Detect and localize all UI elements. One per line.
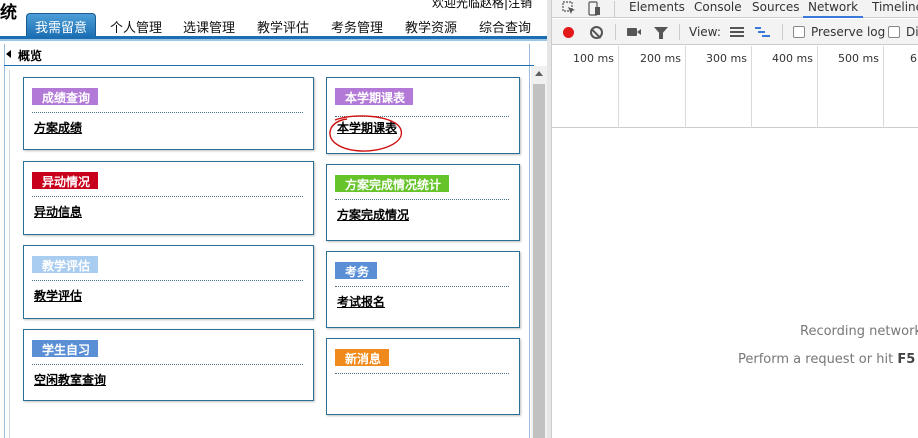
card-badge: 教学评估 [32, 256, 99, 273]
link-teaching-eval[interactable]: 教学评估 [34, 287, 82, 304]
network-toolbar: View: Preserve log Dis [552, 19, 918, 45]
separator [679, 24, 680, 40]
panel-inner-border [9, 70, 10, 438]
tick-label: 200 ms [640, 52, 681, 65]
collapse-arrow-icon[interactable] [6, 50, 11, 58]
capture-screenshots-icon[interactable] [627, 28, 641, 36]
tick-label: 100 ms [573, 52, 614, 65]
student-portal: 统 欢迎光临赵格|注销 我需留意 个人管理 选课管理 教学评估 考务管理 教学资… [0, 0, 547, 438]
tab-elements[interactable]: Elements [629, 0, 685, 14]
tick-label: 300 ms [706, 52, 747, 65]
card-badge: 本学期课表 [335, 88, 414, 105]
empty-state-title: Recording network [800, 324, 918, 339]
panel-header: 概览 [4, 44, 534, 66]
tab-timeline[interactable]: Timeline [872, 0, 918, 14]
tick-line: 500 ms [818, 46, 884, 128]
devtools-panel: Elements Console Sources Network Timelin… [551, 0, 918, 438]
welcome-bar: 欢迎光临赵格|注销 [432, 0, 532, 11]
preserve-log-checkbox[interactable] [793, 26, 805, 38]
filter-icon[interactable] [654, 27, 668, 39]
card-badge: 异动情况 [32, 172, 99, 189]
logout-link[interactable]: 注销 [508, 0, 532, 10]
tab-course-selection[interactable]: 选课管理 [183, 17, 235, 36]
card-new-messages: 新消息 [326, 338, 520, 415]
card-badge: 成绩查询 [32, 88, 99, 105]
tab-teaching-eval[interactable]: 教学评估 [257, 17, 309, 36]
tick-label: 500 ms [838, 52, 879, 65]
divider [32, 364, 303, 365]
separator [615, 24, 616, 40]
panel-title: 概览 [18, 49, 43, 63]
card-status-change: 异动情况 异动信息 [23, 161, 314, 235]
device-mode-icon[interactable] [587, 1, 601, 16]
card-badge: 新消息 [335, 349, 390, 366]
card-teaching-eval: 教学评估 教学评估 [23, 245, 314, 319]
tick-line: 300 ms [686, 46, 752, 128]
inspect-element-icon[interactable] [562, 1, 576, 15]
tab-exam-affairs[interactable]: 考务管理 [331, 17, 383, 36]
link-free-classroom[interactable]: 空闲教室查询 [34, 371, 106, 388]
tab-sources[interactable]: Sources [752, 0, 799, 14]
empty-state-hint: Perform a request or hit F5 to [738, 352, 918, 367]
welcome-text: 欢迎光临 [432, 0, 481, 10]
network-overview[interactable]: 100 ms 200 ms 300 ms 400 ms 500 ms 6 [552, 46, 918, 128]
scrollbar-thumb[interactable] [533, 84, 545, 438]
separator [782, 24, 783, 40]
disable-cache-label: Dis [906, 25, 918, 39]
card-exam: 考务 考试报名 [326, 251, 520, 328]
divider [32, 196, 303, 197]
large-rows-icon[interactable] [730, 27, 744, 37]
tab-general-query[interactable]: 综合查询 [479, 17, 531, 36]
tick-line: 6 [884, 46, 918, 128]
hint-prefix: Perform a request or hit [738, 352, 894, 367]
record-icon[interactable] [563, 27, 574, 38]
link-plan-completion[interactable]: 方案完成情况 [337, 206, 409, 223]
preserve-log-label: Preserve log [811, 25, 886, 39]
user-name: 赵格 [480, 0, 505, 10]
devtools-tabbar: Elements Console Sources Network Timelin… [552, 0, 918, 18]
nav-underline-light [0, 39, 547, 41]
link-status-change-info[interactable]: 异动信息 [34, 203, 82, 220]
panel-border [529, 44, 530, 438]
tab-console[interactable]: Console [694, 0, 742, 14]
tick-line: 400 ms [752, 46, 818, 128]
card-grades: 成绩查询 方案成绩 [23, 77, 314, 150]
tick-label: 6 [910, 52, 917, 65]
link-plan-grades[interactable]: 方案成绩 [34, 119, 82, 136]
panel-border [4, 44, 5, 438]
divider [32, 112, 303, 113]
scroll-up-arrow-icon[interactable] [531, 66, 547, 82]
disable-cache-checkbox[interactable] [888, 26, 900, 38]
link-exam-registration[interactable]: 考试报名 [337, 293, 385, 310]
card-timetable: 本学期课表 本学期课表 [326, 77, 520, 154]
link-term-timetable[interactable]: 本学期课表 [337, 119, 397, 136]
main-nav: 我需留意 个人管理 选课管理 教学评估 考务管理 教学资源 综合查询 [0, 13, 547, 37]
card-badge: 考务 [335, 262, 378, 279]
card-plan-completion: 方案完成情况统计 方案完成情况 [326, 164, 520, 241]
card-self-study: 学生自习 空闲教室查询 [23, 329, 314, 401]
tick-line: 100 ms [552, 46, 619, 128]
divider [32, 280, 303, 281]
tab-network[interactable]: Network [803, 0, 864, 18]
divider [335, 116, 509, 117]
clear-icon[interactable] [590, 26, 603, 39]
hint-key: F5 [897, 352, 916, 367]
separator [614, 1, 615, 17]
tick-label: 400 ms [772, 52, 813, 65]
card-badge: 学生自习 [32, 340, 99, 357]
tab-personal[interactable]: 个人管理 [110, 17, 162, 36]
overview-waterfall-icon[interactable] [755, 27, 770, 37]
divider [335, 199, 509, 200]
card-badge: 方案完成情况统计 [335, 175, 450, 192]
tab-attention[interactable]: 我需留意 [26, 13, 97, 37]
divider [335, 373, 509, 374]
tick-line: 200 ms [619, 46, 686, 128]
view-label: View: [689, 25, 721, 39]
tab-teaching-resources[interactable]: 教学资源 [405, 17, 457, 36]
divider [335, 286, 509, 287]
